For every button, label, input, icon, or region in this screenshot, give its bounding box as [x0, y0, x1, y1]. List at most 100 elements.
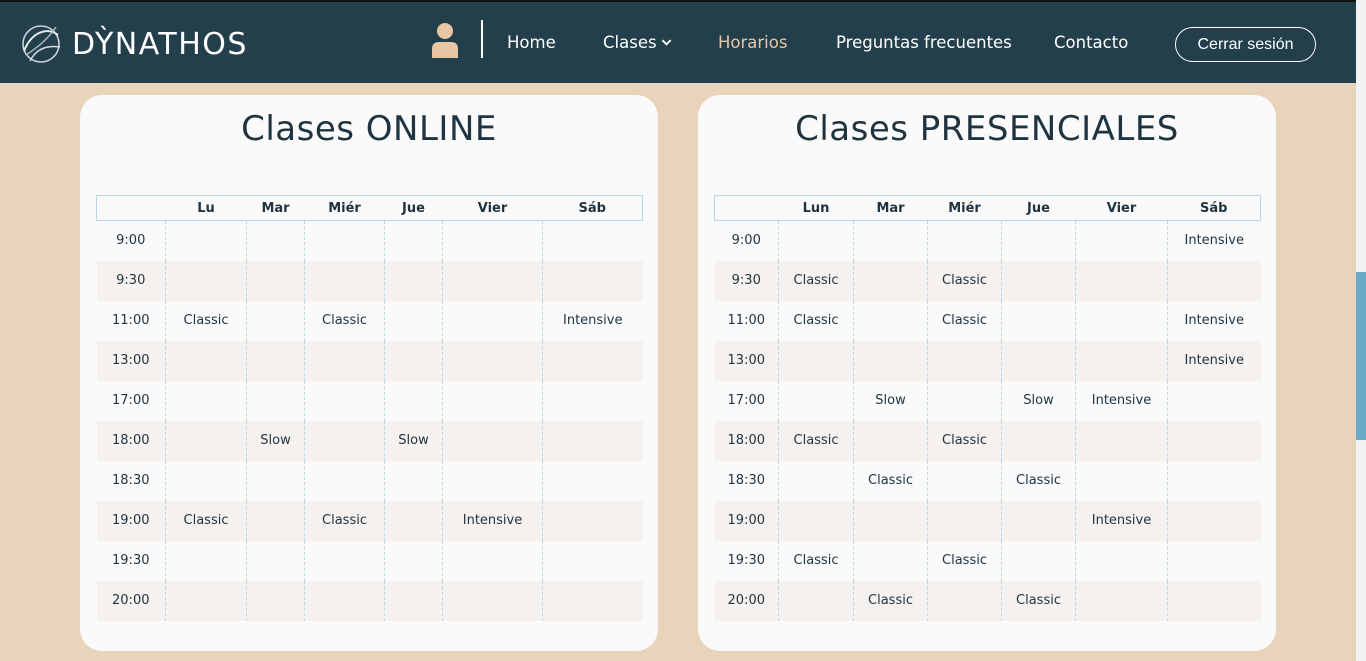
- class-cell: [384, 580, 443, 621]
- class-cell: [1167, 580, 1261, 621]
- class-cell: [853, 340, 928, 381]
- nav-home-link[interactable]: Home: [507, 33, 556, 52]
- class-cell: [778, 580, 854, 621]
- class-cell: [1075, 220, 1168, 261]
- time-cell: 20:00: [714, 580, 779, 621]
- nav-horarios-link[interactable]: Horarios: [718, 33, 787, 52]
- scrollbar-thumb[interactable]: [1356, 272, 1366, 440]
- class-cell: Intensive: [1075, 380, 1168, 421]
- class-cell: [304, 580, 385, 621]
- class-cell: [384, 340, 443, 381]
- class-cell: [442, 260, 543, 301]
- class-cell: [1001, 260, 1076, 301]
- class-cell: [927, 220, 1002, 261]
- class-cell: [1167, 540, 1261, 581]
- online-schedule-table: Lu Mar Miér Jue Vier Sáb 9:00 9:30 11:00 Classic…: [96, 195, 643, 621]
- nav-faq-link[interactable]: Preguntas frecuentes: [836, 33, 1012, 52]
- class-cell: [542, 420, 643, 461]
- class-cell: [165, 580, 247, 621]
- class-cell: Slow: [246, 420, 305, 461]
- brand-logo[interactable]: DỲNATHOS: [18, 20, 248, 68]
- class-cell: Classic: [778, 420, 854, 461]
- time-cell: 19:00: [96, 500, 166, 541]
- time-cell: 13:00: [714, 340, 779, 381]
- nav-clases-label: Clases: [603, 33, 657, 52]
- class-cell: [304, 540, 385, 581]
- class-cell: [246, 340, 305, 381]
- class-cell: [1167, 260, 1261, 301]
- class-cell: [542, 460, 643, 501]
- class-cell: [165, 460, 247, 501]
- logout-button[interactable]: Cerrar sesión: [1175, 27, 1316, 62]
- class-cell: [778, 340, 854, 381]
- table-row: 19:00 Classic Classic Intensive: [96, 500, 643, 541]
- column-header: Jue: [1001, 195, 1076, 221]
- class-cell: [542, 580, 643, 621]
- class-cell: Classic: [927, 540, 1002, 581]
- class-cell: Intensive: [442, 500, 543, 541]
- class-cell: Classic: [927, 420, 1002, 461]
- time-cell: 18:30: [727, 473, 765, 488]
- table-row: 13:00 Intensive: [714, 340, 1261, 381]
- user-icon[interactable]: [430, 22, 460, 58]
- time-cell: 13:00: [96, 340, 166, 381]
- table-row: 17:00: [97, 380, 643, 421]
- column-header: Mar: [246, 195, 305, 221]
- class-cell: [246, 460, 305, 501]
- class-cell: [853, 300, 928, 341]
- class-cell: [442, 220, 543, 261]
- class-cell: [246, 500, 305, 541]
- class-cell: [165, 220, 247, 261]
- class-cell: [1167, 460, 1261, 501]
- class-cell: [304, 220, 385, 261]
- class-cell: Intensive: [1075, 500, 1168, 541]
- nav-clases-dropdown[interactable]: Clases: [603, 33, 672, 52]
- table-row: 9:30 Classic Classic: [714, 260, 1261, 301]
- column-header: Lu: [165, 195, 247, 221]
- table-row: 19:30 Classic Classic: [715, 540, 1261, 581]
- class-cell: [1001, 220, 1076, 261]
- class-cell: [927, 580, 1002, 621]
- class-cell: [1075, 580, 1168, 621]
- time-cell: 18:00: [714, 420, 779, 461]
- class-cell: [853, 220, 928, 261]
- time-cell: 9:00: [731, 233, 761, 249]
- class-cell: [542, 220, 643, 261]
- class-cell: [927, 380, 1002, 421]
- class-cell: [542, 340, 643, 381]
- time-cell: 19:30: [112, 553, 150, 568]
- class-cell: [542, 500, 643, 541]
- class-cell: [384, 300, 443, 341]
- class-cell: [778, 500, 854, 541]
- table-row: 9:30: [96, 260, 643, 301]
- class-cell: [165, 340, 247, 381]
- class-cell: [384, 220, 443, 261]
- class-cell: [1167, 380, 1261, 421]
- class-cell: [927, 500, 1002, 541]
- class-cell: [304, 260, 385, 301]
- column-header: Lun: [778, 195, 854, 221]
- dynathos-logo-icon: [22, 25, 61, 63]
- table-row: 19:00 Intensive: [714, 500, 1261, 541]
- online-schedule-card: Clases ONLINE Lu Mar Miér Jue Vier Sáb 9:00 9:…: [80, 95, 658, 651]
- class-cell: [778, 220, 854, 261]
- class-cell: Classic: [1001, 460, 1076, 501]
- column-header: Miér: [927, 195, 1002, 221]
- time-cell: 11:00: [112, 313, 150, 328]
- class-cell: [246, 260, 305, 301]
- presencial-schedule-card: Clases PRESENCIALES Lun Mar Miér Jue Vier Sáb…: [698, 95, 1276, 651]
- class-cell: Classic: [927, 260, 1002, 301]
- class-cell: [1075, 300, 1168, 341]
- class-cell: [1001, 500, 1076, 541]
- class-cell: [1167, 500, 1261, 541]
- class-cell: Classic: [165, 500, 247, 541]
- class-cell: [246, 580, 305, 621]
- class-cell: Classic: [778, 260, 854, 301]
- table-row: 9:00 Intensive: [715, 220, 1261, 261]
- table-header-row: Lun Mar Miér Jue Vier Sáb: [714, 195, 1261, 221]
- column-header: Sáb: [542, 195, 643, 221]
- nav-contacto-link[interactable]: Contacto: [1054, 33, 1128, 52]
- class-cell: Classic: [778, 300, 854, 341]
- presencial-schedule-table: Lun Mar Miér Jue Vier Sáb 9:00 Intensive 9:30 Cl…: [714, 195, 1261, 621]
- class-cell: [1075, 420, 1168, 461]
